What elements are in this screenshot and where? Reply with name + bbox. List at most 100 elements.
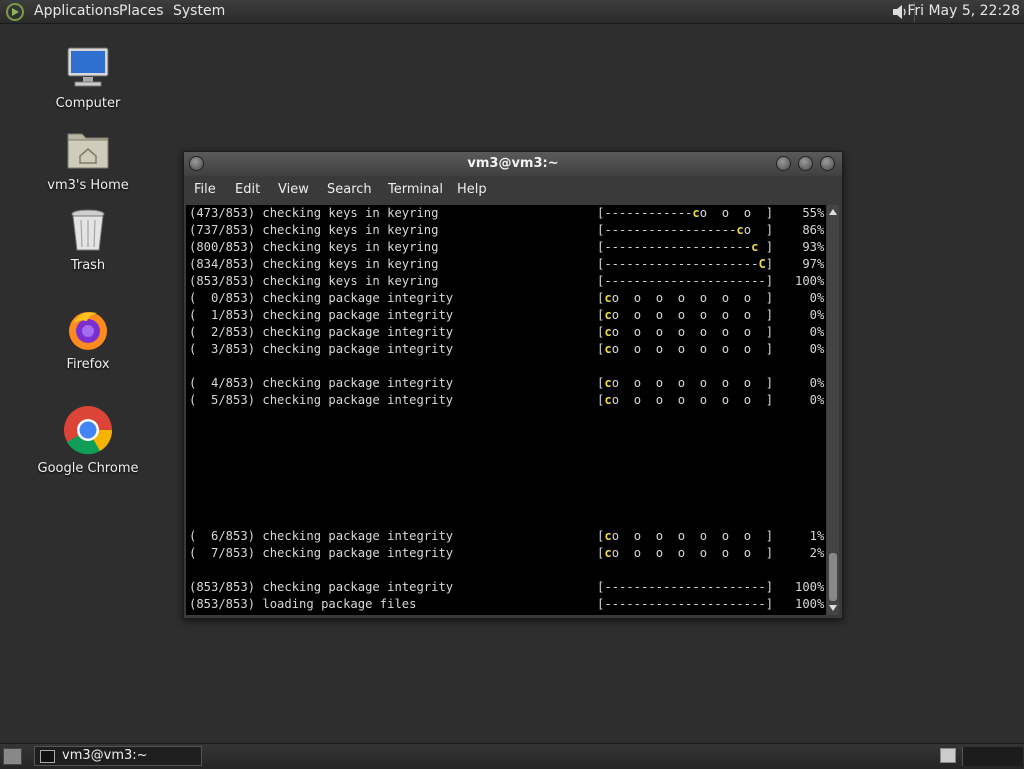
menu-view[interactable]: View	[278, 182, 309, 197]
terminal-line-text: ( 5/853) checking package integrity	[189, 393, 454, 407]
desktop-icon-label: Computer	[55, 96, 121, 111]
terminal-line: ( 7/853) checking package integrity [co o…	[189, 545, 826, 562]
pacman-glyph: C	[758, 257, 766, 271]
terminal-line-text: ( 3/853) checking package integrity	[189, 342, 454, 356]
window-titlebar[interactable]: vm3@vm3:~	[184, 152, 842, 176]
desktop-icon-label: Google Chrome	[37, 461, 139, 476]
applications-menu[interactable]: Applications	[34, 3, 120, 19]
menu-search[interactable]: Search	[327, 182, 372, 197]
terminal-window[interactable]: vm3@vm3:~ File Edit View Search Terminal…	[183, 151, 843, 619]
pacman-glyph: c	[604, 291, 612, 305]
show-desktop-icon[interactable]	[3, 748, 22, 765]
menu-edit[interactable]: Edit	[235, 182, 260, 197]
progress-percent: 55%	[795, 206, 825, 220]
terminal-line: (853/853) loading package files [--------…	[189, 596, 826, 613]
progress-bar: [co o o o o o o ]	[597, 393, 774, 407]
menu-help[interactable]: Help	[457, 182, 487, 197]
terminal-line: ( 3/853) checking package integrity [co o…	[189, 341, 826, 358]
clock[interactable]: Fri May 5, 22:28	[907, 3, 1020, 19]
minimize-button[interactable]	[776, 156, 791, 171]
volume-icon[interactable]	[891, 3, 909, 21]
close-button[interactable]	[820, 156, 835, 171]
pacman-glyph: c	[604, 308, 612, 322]
workspace-2[interactable]	[962, 747, 1023, 766]
trash-icon	[71, 209, 105, 251]
progress-bar: [------------------co ]	[597, 223, 774, 237]
terminal-line-text: ( 27/853) checking for file conflicts	[189, 613, 461, 615]
progress-percent: 0%	[795, 325, 825, 339]
progress-percent: 93%	[795, 240, 825, 254]
terminal-line-text: ( 2/853) checking package integrity	[189, 325, 454, 339]
progress-percent: 0%	[795, 376, 825, 390]
pacman-glyph: c	[604, 614, 611, 615]
places-menu[interactable]: Places	[119, 3, 164, 19]
progress-percent: 3%	[795, 613, 825, 615]
home-folder-icon	[67, 133, 109, 169]
terminal-line: (737/853) checking keys in keyring [-----…	[189, 222, 826, 239]
progress-percent: 100%	[795, 580, 825, 594]
terminal-line-text: ( 7/853) checking package integrity	[189, 546, 454, 560]
progress-bar: [------------co o o ]	[597, 206, 774, 220]
terminal-scrollbar[interactable]	[827, 205, 839, 615]
distro-logo-icon[interactable]	[6, 3, 24, 21]
system-menu[interactable]: System	[173, 3, 225, 19]
scroll-up-arrow-icon[interactable]	[829, 209, 837, 215]
progress-percent: 100%	[795, 597, 825, 611]
desktop-icon-label: Firefox	[66, 357, 110, 372]
pacman-glyph: c	[604, 376, 612, 390]
progress-bar: [---------------------C]	[597, 257, 774, 271]
desktop-icon-firefox[interactable]: Firefox	[33, 307, 143, 372]
taskbar-window-button[interactable]: vm3@vm3:~	[34, 746, 202, 766]
terminal-line: (800/853) checking keys in keyring [-----…	[189, 239, 826, 256]
chrome-icon	[64, 406, 113, 455]
progress-percent: 0%	[795, 291, 825, 305]
progress-percent: 0%	[795, 393, 825, 407]
bottom-panel: vm3@vm3:~	[0, 743, 1024, 769]
progress-bar: [--------------------c ]	[597, 240, 774, 254]
desktop-icon-label: Trash	[70, 258, 106, 273]
workspace-1[interactable]	[940, 748, 956, 763]
terminal-output[interactable]: (473/853) checking keys in keyring [-----…	[186, 205, 826, 615]
terminal-line-text: ( 0/853) checking package integrity	[189, 291, 454, 305]
progress-bar: [co o o o o o o ]	[597, 529, 774, 543]
terminal-line: (853/853) checking package integrity [---…	[189, 579, 826, 596]
progress-percent: 2%	[795, 546, 825, 560]
progress-percent: 0%	[795, 308, 825, 322]
maximize-button[interactable]	[798, 156, 813, 171]
progress-bar: [----------------------]	[597, 274, 774, 288]
terminal-line: (853/853) checking keys in keyring [-----…	[189, 273, 826, 290]
desktop-icon-computer[interactable]: Computer	[33, 46, 143, 111]
pacman-glyph: c	[692, 206, 700, 220]
progress-bar: [co o o o o o o ]	[597, 291, 774, 305]
desktop-icon-home[interactable]: vm3's Home	[33, 128, 143, 193]
progress-bar: [co o o o o o o ]	[597, 376, 774, 390]
terminal-line-text: (800/853) checking keys in keyring	[189, 240, 439, 254]
desktop-icon-trash[interactable]: Trash	[33, 208, 143, 273]
terminal-line-text: (834/853) checking keys in keyring	[189, 257, 439, 271]
menu-terminal[interactable]: Terminal	[388, 182, 443, 197]
computer-icon	[67, 47, 109, 87]
pacman-glyph: c	[604, 529, 612, 543]
progress-bar: [co o o o o o o ]	[597, 546, 774, 560]
terminal-line-text: ( 4/853) checking package integrity	[189, 376, 454, 390]
progress-bar: [co o o o o o o ]	[597, 325, 774, 339]
terminal-icon	[40, 750, 55, 763]
progress-bar: [co o o o o o o ]	[597, 342, 774, 356]
top-panel: Applications Places System Fri May 5, 22…	[0, 0, 1024, 24]
pacman-glyph: c	[751, 240, 759, 254]
taskbar-window-label: vm3@vm3:~	[62, 748, 148, 763]
menu-file[interactable]: File	[194, 182, 216, 197]
terminal-menubar: File Edit View Search Terminal Help	[184, 176, 842, 204]
terminal-line-text: (473/853) checking keys in keyring	[189, 206, 439, 220]
desktop-icon-chrome[interactable]: Google Chrome	[33, 405, 143, 476]
pacman-glyph: c	[604, 546, 612, 560]
scroll-down-arrow-icon[interactable]	[829, 605, 837, 611]
progress-bar: [----------------------]	[597, 597, 774, 611]
scrollbar-thumb[interactable]	[829, 553, 837, 601]
progress-bar: [----------------------]	[597, 580, 774, 594]
terminal-line: ( 6/853) checking package integrity [co o…	[189, 528, 826, 545]
progress-percent: 97%	[795, 257, 825, 271]
